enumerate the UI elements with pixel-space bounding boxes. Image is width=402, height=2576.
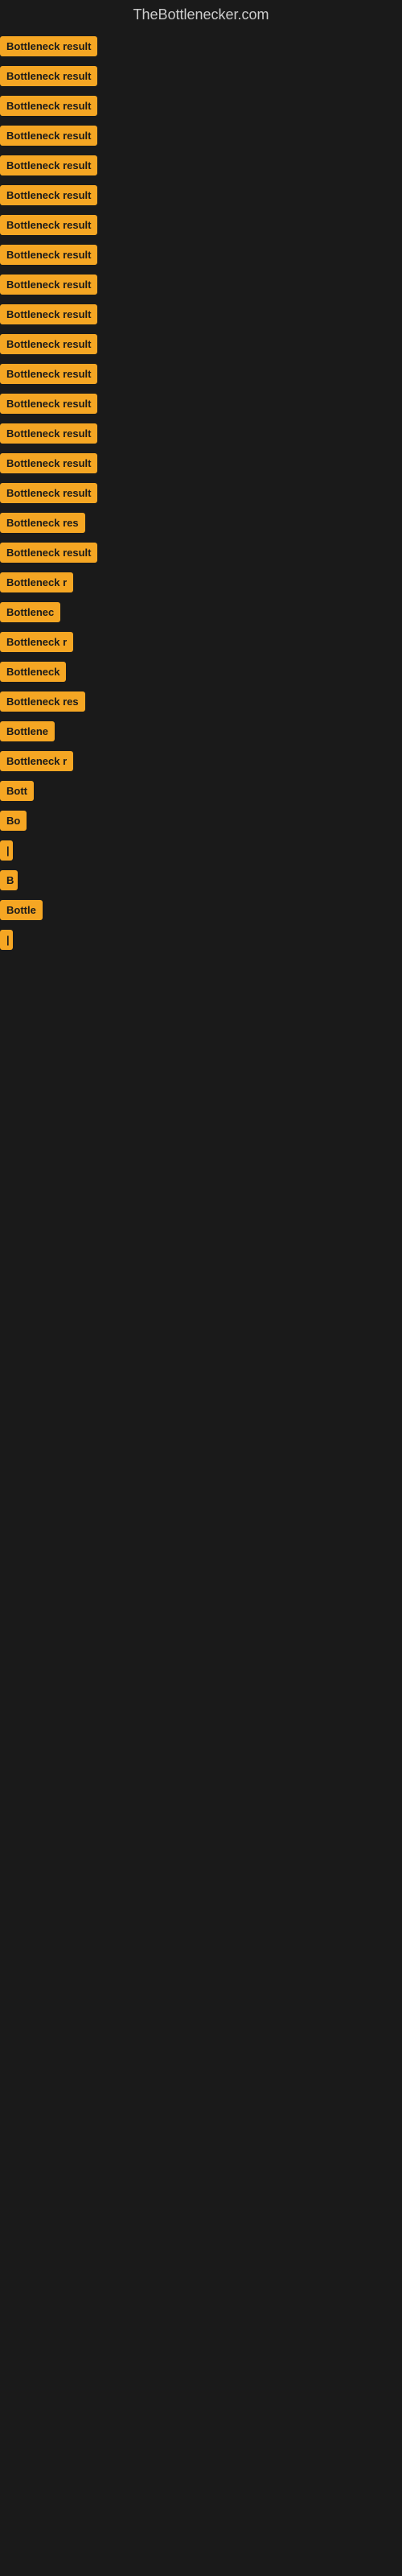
- bottleneck-badge[interactable]: Bottleneck result: [0, 185, 97, 205]
- items-container: Bottleneck result Bottleneck result Bottle…: [0, 30, 402, 955]
- bottleneck-badge[interactable]: Bottleneck: [0, 662, 66, 682]
- bottleneck-badge[interactable]: Bottleneck result: [0, 245, 97, 265]
- bottleneck-badge[interactable]: Bottleneck res: [0, 513, 85, 533]
- bottleneck-badge[interactable]: Bottleneck result: [0, 275, 97, 295]
- bottleneck-badge[interactable]: Bottleneck result: [0, 394, 97, 414]
- bottleneck-badge[interactable]: Bottleneck r: [0, 751, 73, 771]
- list-item: Bottleneck result: [0, 61, 402, 91]
- bottleneck-badge[interactable]: Bottle: [0, 900, 43, 920]
- bottleneck-badge[interactable]: Bottleneck result: [0, 483, 97, 503]
- list-item: Bottleneck result: [0, 240, 402, 270]
- bottleneck-badge[interactable]: Bottleneck result: [0, 423, 97, 444]
- bottleneck-badge[interactable]: Bottleneck result: [0, 543, 97, 563]
- bottleneck-badge[interactable]: Bottleneck result: [0, 155, 97, 175]
- bottleneck-badge[interactable]: Bottleneck result: [0, 334, 97, 354]
- site-title: TheBottlenecker.com: [0, 0, 402, 30]
- list-item: Bottleneck result: [0, 210, 402, 240]
- list-item: Bottleneck: [0, 657, 402, 687]
- bottleneck-badge[interactable]: Bottleneck result: [0, 66, 97, 86]
- list-item: Bottleneck result: [0, 31, 402, 61]
- bottleneck-badge[interactable]: Bottleneck result: [0, 453, 97, 473]
- bottleneck-badge[interactable]: Bottleneck result: [0, 126, 97, 146]
- list-item: Bottleneck result: [0, 180, 402, 210]
- list-item: Bottleneck r: [0, 746, 402, 776]
- list-item: Bo: [0, 806, 402, 836]
- bottleneck-badge[interactable]: |: [0, 840, 13, 861]
- list-item: Bottleneck result: [0, 270, 402, 299]
- list-item: Bottleneck res: [0, 508, 402, 538]
- bottleneck-badge[interactable]: |: [0, 930, 13, 950]
- bottleneck-badge[interactable]: Bottlenec: [0, 602, 60, 622]
- bottleneck-badge[interactable]: Bottlene: [0, 721, 55, 741]
- bottleneck-badge[interactable]: Bottleneck result: [0, 364, 97, 384]
- bottleneck-badge[interactable]: Bottleneck result: [0, 96, 97, 116]
- list-item: Bottlenec: [0, 597, 402, 627]
- list-item: Bottleneck result: [0, 121, 402, 151]
- bottleneck-badge[interactable]: Bottleneck result: [0, 304, 97, 324]
- list-item: Bottleneck result: [0, 151, 402, 180]
- list-item: Bottleneck result: [0, 329, 402, 359]
- list-item: Bottleneck result: [0, 91, 402, 121]
- list-item: Bott: [0, 776, 402, 806]
- bottleneck-badge[interactable]: Bottleneck res: [0, 691, 85, 712]
- bottleneck-badge[interactable]: Bottleneck result: [0, 36, 97, 56]
- list-item: Bottlene: [0, 716, 402, 746]
- bottleneck-badge[interactable]: Bottleneck r: [0, 572, 73, 592]
- list-item: Bottleneck result: [0, 389, 402, 419]
- list-item: Bottleneck r: [0, 568, 402, 597]
- list-item: Bottleneck res: [0, 687, 402, 716]
- list-item: Bottleneck result: [0, 478, 402, 508]
- list-item: |: [0, 925, 402, 955]
- bottleneck-badge[interactable]: B: [0, 870, 18, 890]
- list-item: Bottleneck result: [0, 448, 402, 478]
- list-item: Bottleneck result: [0, 538, 402, 568]
- bottleneck-badge[interactable]: Bott: [0, 781, 34, 801]
- list-item: B: [0, 865, 402, 895]
- list-item: |: [0, 836, 402, 865]
- bottleneck-badge[interactable]: Bottleneck result: [0, 215, 97, 235]
- list-item: Bottleneck result: [0, 359, 402, 389]
- list-item: Bottleneck result: [0, 419, 402, 448]
- list-item: Bottleneck r: [0, 627, 402, 657]
- list-item: Bottle: [0, 895, 402, 925]
- bottleneck-badge[interactable]: Bo: [0, 811, 27, 831]
- list-item: Bottleneck result: [0, 299, 402, 329]
- bottleneck-badge[interactable]: Bottleneck r: [0, 632, 73, 652]
